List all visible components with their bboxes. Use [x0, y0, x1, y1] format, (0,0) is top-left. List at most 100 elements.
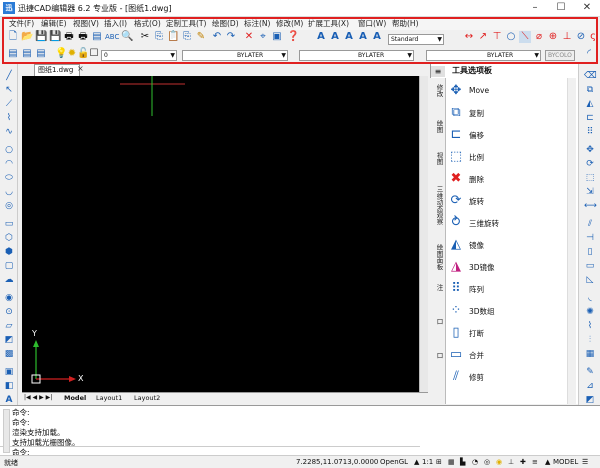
- grid-icon[interactable]: ▦: [448, 458, 455, 466]
- palette-tab-view[interactable]: 视图: [432, 152, 444, 165]
- new-icon[interactable]: 🗋: [7, 31, 19, 43]
- menu-custom-tools[interactable]: 定制工具(T): [166, 18, 206, 29]
- menu-file[interactable]: 文件(F): [9, 18, 34, 29]
- properties-tool-icon[interactable]: ▦: [584, 348, 596, 360]
- palette-item-mirror[interactable]: ◭ 镜像: [447, 234, 567, 256]
- palette-item-mirror3d[interactable]: ◮ 3D镜像: [447, 256, 567, 278]
- fillet-tool-icon[interactable]: ◟: [584, 292, 596, 304]
- menu-icon[interactable]: ☰: [582, 458, 588, 466]
- palette-item-join[interactable]: ▭ 合并: [447, 344, 567, 366]
- layer-previous-icon[interactable]: ▤: [35, 48, 47, 60]
- print-icon[interactable]: 🖶: [63, 31, 75, 43]
- annotation-scale-icon[interactable]: ▲: [414, 458, 419, 466]
- palette-item-scale[interactable]: ⬚ 比例: [447, 146, 567, 168]
- spline-icon[interactable]: ∿: [3, 126, 15, 138]
- palette-item-array[interactable]: ⠿ 阵列: [447, 278, 567, 300]
- text-style-icon[interactable]: A: [371, 31, 383, 43]
- menu-view[interactable]: 视图(V): [73, 18, 99, 29]
- text-style-select[interactable]: Standard ▼: [388, 34, 444, 45]
- tab-layout2[interactable]: Layout2: [134, 394, 160, 402]
- dyn-icon[interactable]: ✚: [520, 458, 526, 466]
- chamfer-tool-icon[interactable]: ◺: [584, 274, 596, 286]
- match-properties-icon[interactable]: ⎘: [181, 31, 193, 43]
- multiline-text-icon[interactable]: A: [329, 31, 341, 43]
- hatch-icon[interactable]: ▩: [3, 348, 15, 360]
- drawing-canvas[interactable]: Y X: [22, 76, 419, 392]
- save-icon[interactable]: 💾: [35, 31, 47, 43]
- palette-item-break[interactable]: ▯ 打断: [447, 322, 567, 344]
- palette-item-offset[interactable]: ⊏ 偏移: [447, 124, 567, 146]
- menu-draw[interactable]: 绘图(D): [212, 18, 239, 29]
- first-tab-icon[interactable]: |◀ ◀ ▶ ▶|: [24, 394, 52, 401]
- edit-text-icon[interactable]: A: [343, 31, 355, 43]
- polyline-icon[interactable]: ⌇: [3, 112, 15, 124]
- help-icon[interactable]: ❓: [287, 31, 299, 43]
- ray-icon[interactable]: ↖: [3, 84, 15, 96]
- explode-tool-icon[interactable]: ✺: [584, 306, 596, 318]
- minimize-button[interactable]: –: [522, 0, 548, 17]
- close-icon[interactable]: ×: [77, 64, 84, 73]
- palette-tab-draw[interactable]: 绘图: [432, 120, 444, 133]
- erase-icon[interactable]: ✕: [243, 31, 255, 43]
- menu-extension-tools[interactable]: 扩展工具(X): [308, 18, 349, 29]
- text-icon[interactable]: A: [315, 31, 327, 43]
- lineweight-select[interactable]: BYLATER ▼: [426, 50, 541, 61]
- revcloud-icon[interactable]: ☁: [3, 274, 15, 286]
- arc-icon[interactable]: ◜: [583, 48, 595, 60]
- brush-icon[interactable]: ✎: [195, 31, 207, 43]
- xline-icon[interactable]: ⟋: [3, 98, 15, 110]
- redo-icon[interactable]: ↷: [225, 31, 237, 43]
- extend-tool-icon[interactable]: ⊣: [584, 232, 596, 244]
- pedit-tool-icon[interactable]: ⌇: [584, 320, 596, 332]
- layer-state-icon[interactable]: ▤: [21, 48, 33, 60]
- copy-icon[interactable]: ⎘: [153, 31, 165, 43]
- offset-tool-icon[interactable]: ⊏: [584, 112, 596, 124]
- palette-item-array3d[interactable]: ⁘ 3D数组: [447, 300, 567, 322]
- boundary-icon[interactable]: ◩: [3, 334, 15, 346]
- snap-icon[interactable]: ⊞: [436, 458, 442, 466]
- align-tool-icon[interactable]: ⫶: [584, 334, 596, 346]
- stretch-tool-icon[interactable]: ⇲: [584, 186, 596, 198]
- erase-tool-icon[interactable]: ⌫: [584, 70, 597, 82]
- dim-ordinate-icon[interactable]: ⊤: [491, 31, 503, 43]
- layer-manager-icon[interactable]: ▤: [7, 48, 19, 60]
- block-icon[interactable]: ▣: [3, 366, 15, 378]
- undo-icon[interactable]: ↶: [211, 31, 223, 43]
- layer-select[interactable]: 0 ▼: [101, 50, 177, 61]
- trim-tool-icon[interactable]: ⫽: [584, 218, 596, 230]
- line-icon[interactable]: ╱: [3, 70, 15, 82]
- palette-item-rotate[interactable]: ⟳ 旋转: [447, 190, 567, 212]
- rectangle-icon[interactable]: ▭: [3, 218, 15, 230]
- mirror-tool-icon[interactable]: ◭: [584, 98, 596, 110]
- save-as-icon[interactable]: 💾: [49, 31, 61, 43]
- command-grip[interactable]: [3, 409, 10, 453]
- ellipse-icon[interactable]: ⬭: [3, 172, 15, 184]
- polar-icon[interactable]: ◔: [472, 458, 478, 466]
- point-icon[interactable]: ◉: [3, 292, 15, 304]
- find-text-icon[interactable]: A: [357, 31, 369, 43]
- join-tool-icon[interactable]: ▭: [584, 260, 596, 272]
- close-button[interactable]: ✕: [574, 0, 600, 17]
- menu-modify[interactable]: 修改(M): [276, 18, 303, 29]
- donut-icon[interactable]: ◎: [3, 200, 15, 212]
- cut-icon[interactable]: ✂: [139, 31, 151, 43]
- osnap-icon[interactable]: ◎: [484, 458, 490, 466]
- dim-continue-icon[interactable]: ς: [587, 31, 599, 43]
- otrack-icon[interactable]: ◉: [496, 458, 502, 466]
- polygon-icon[interactable]: ⬡: [3, 232, 15, 244]
- insert-block-icon[interactable]: ◧: [3, 380, 15, 392]
- measure-tool-icon[interactable]: ⊿: [584, 380, 596, 392]
- palette-grip-icon[interactable]: ≡: [431, 66, 445, 77]
- color-swatch-icon[interactable]: ☐: [88, 48, 100, 60]
- palette-tab-note[interactable]: 注: [432, 284, 444, 291]
- publish-icon[interactable]: ▤: [91, 31, 103, 43]
- dim-center-icon[interactable]: ⊕: [547, 31, 559, 43]
- zoom-window-icon[interactable]: ▣: [271, 31, 283, 43]
- palette-item-trim[interactable]: ⫽ 修剪: [447, 366, 567, 388]
- lengthen-tool-icon[interactable]: ⟷: [584, 200, 597, 212]
- ortho-icon[interactable]: ▙: [460, 458, 465, 466]
- zoom-icon[interactable]: ⌖: [257, 31, 269, 43]
- annotation-scale[interactable]: 1:1: [422, 458, 433, 466]
- rotate-tool-icon[interactable]: ⟳: [584, 158, 596, 170]
- lwt-icon[interactable]: ≡: [532, 458, 538, 466]
